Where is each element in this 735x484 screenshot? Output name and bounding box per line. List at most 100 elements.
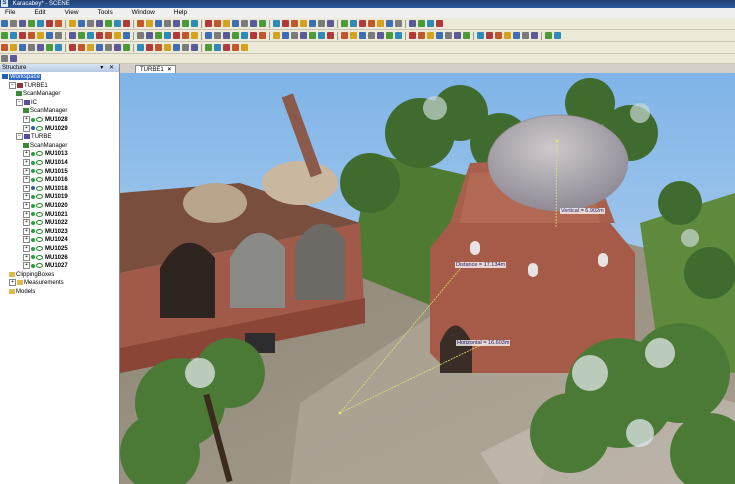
toolbar-tool-icon[interactable] [214,44,221,51]
toolbar-tool-icon[interactable] [164,32,171,39]
toolbar-tool-icon[interactable] [19,44,26,51]
toolbar-tool-icon[interactable] [418,20,425,27]
expand-icon[interactable]: + [23,253,30,261]
toolbar-tool-icon[interactable] [395,20,402,27]
expand-icon[interactable]: + [23,236,30,244]
toolbar-tool-icon[interactable] [19,20,26,27]
toolbar-tool-icon[interactable] [46,20,53,27]
toolbar-tool-icon[interactable] [137,44,144,51]
expand-icon[interactable]: + [23,116,30,123]
expand-icon[interactable]: + [23,202,30,209]
visibility-eye-icon[interactable] [36,185,43,191]
toolbar-tool-icon[interactable] [368,20,375,27]
menu-file[interactable]: File [5,9,15,16]
toolbar-tool-icon[interactable] [173,20,180,27]
toolbar-tool-icon[interactable] [55,20,62,27]
tree-item[interactable]: ClippingBoxes [9,271,54,280]
expand-icon[interactable]: + [9,279,16,287]
toolbar-tool-icon[interactable] [78,20,85,27]
collapse-icon[interactable]: − [16,133,23,141]
toolbar-tool-icon[interactable] [223,20,230,27]
menu-window[interactable]: Window [132,9,155,16]
toolbar-tool-icon[interactable] [350,32,357,39]
toolbar-tool-icon[interactable] [114,44,121,51]
toolbar-tool-icon[interactable] [395,32,402,39]
toolbar-tool-icon[interactable] [78,44,85,51]
toolbar-tool-icon[interactable] [155,44,162,51]
tree-item[interactable]: Workspace [2,73,41,82]
visibility-eye-icon[interactable] [36,211,43,217]
toolbar-tool-icon[interactable] [259,20,266,27]
toolbar-tool-icon[interactable] [69,32,76,39]
tree-item[interactable]: Models [9,288,35,297]
toolbar-tool-icon[interactable] [37,32,44,39]
toolbar-tool-icon[interactable] [1,20,8,27]
toolbar-tool-icon[interactable] [155,20,162,27]
point-cloud-3d-view[interactable]: Vertical = 6.902m Distance = 17.134m Hor… [120,73,735,484]
tree-item[interactable]: + Measurements [9,279,64,288]
toolbar-tool-icon[interactable] [436,20,443,27]
toolbar-tool-icon[interactable] [137,20,144,27]
toolbar-tool-icon[interactable] [350,20,357,27]
visibility-eye-icon[interactable] [36,228,43,234]
toolbar-tool-icon[interactable] [273,20,280,27]
toolbar-tool-icon[interactable] [10,20,17,27]
toolbar-tool-icon[interactable] [105,32,112,39]
toolbar-tool-icon[interactable] [123,20,130,27]
toolbar-tool-icon[interactable] [241,20,248,27]
toolbar-tool-icon[interactable] [327,20,334,27]
toolbar-tool-icon[interactable] [232,32,239,39]
toolbar-tool-icon[interactable] [1,32,8,39]
toolbar-tool-icon[interactable] [28,32,35,39]
toolbar-tool-icon[interactable] [87,44,94,51]
toolbar-tool-icon[interactable] [46,44,53,51]
toolbar-tool-icon[interactable] [250,20,257,27]
expand-icon[interactable]: + [23,227,30,235]
toolbar-tool-icon[interactable] [318,20,325,27]
tree-item[interactable]: − IC [16,98,37,108]
visibility-eye-icon[interactable] [36,160,43,165]
toolbar-tool-icon[interactable] [327,32,334,39]
toolbar-tool-icon[interactable] [146,32,153,39]
visibility-eye-icon[interactable] [36,220,43,226]
visibility-eye-icon[interactable] [36,168,43,174]
toolbar-tool-icon[interactable] [214,32,221,39]
toolbar-tool-icon[interactable] [531,32,538,39]
toolbar-tool-icon[interactable] [386,20,393,27]
toolbar-tool-icon[interactable] [114,20,121,27]
toolbar-tool-icon[interactable] [445,32,452,39]
toolbar-tool-icon[interactable] [282,20,289,27]
expand-icon[interactable]: + [23,210,30,218]
toolbar-tool-icon[interactable] [223,32,230,39]
toolbar-tool-icon[interactable] [123,44,130,51]
visibility-eye-icon[interactable] [36,125,43,131]
toolbar-tool-icon[interactable] [173,44,180,51]
toolbar-tool-icon[interactable] [146,44,153,51]
toolbar-tool-icon[interactable] [223,44,230,51]
toolbar-tool-icon[interactable] [513,32,520,39]
toolbar-tool-icon[interactable] [114,32,121,39]
toolbar-tool-icon[interactable] [463,32,470,39]
toolbar-tool-icon[interactable] [418,32,425,39]
toolbar-tool-icon[interactable] [182,20,189,27]
visibility-eye-icon[interactable] [36,237,43,243]
toolbar-tool-icon[interactable] [522,32,529,39]
toolbar-tool-icon[interactable] [19,32,26,39]
expand-icon[interactable]: + [23,245,30,252]
toolbar-tool-icon[interactable] [96,32,103,39]
expand-icon[interactable]: + [23,219,30,227]
toolbar-tool-icon[interactable] [55,44,62,51]
toolbar-tool-icon[interactable] [69,44,76,51]
tree-item[interactable]: ScanManager [23,142,67,151]
expand-icon[interactable]: + [23,159,30,166]
toolbar-tool-icon[interactable] [164,20,171,27]
tree-item[interactable]: − TURBE1 [9,81,48,91]
toolbar-tool-icon[interactable] [10,44,17,51]
toolbar-tool-icon[interactable] [164,44,171,51]
toolbar-tool-icon[interactable] [409,32,416,39]
toolbar-tool-icon[interactable] [454,32,461,39]
toolbar-tool-icon[interactable] [205,44,212,51]
toolbar-tool-icon[interactable] [300,20,307,27]
toolbar-tool-icon[interactable] [377,32,384,39]
visibility-eye-icon[interactable] [36,263,43,269]
